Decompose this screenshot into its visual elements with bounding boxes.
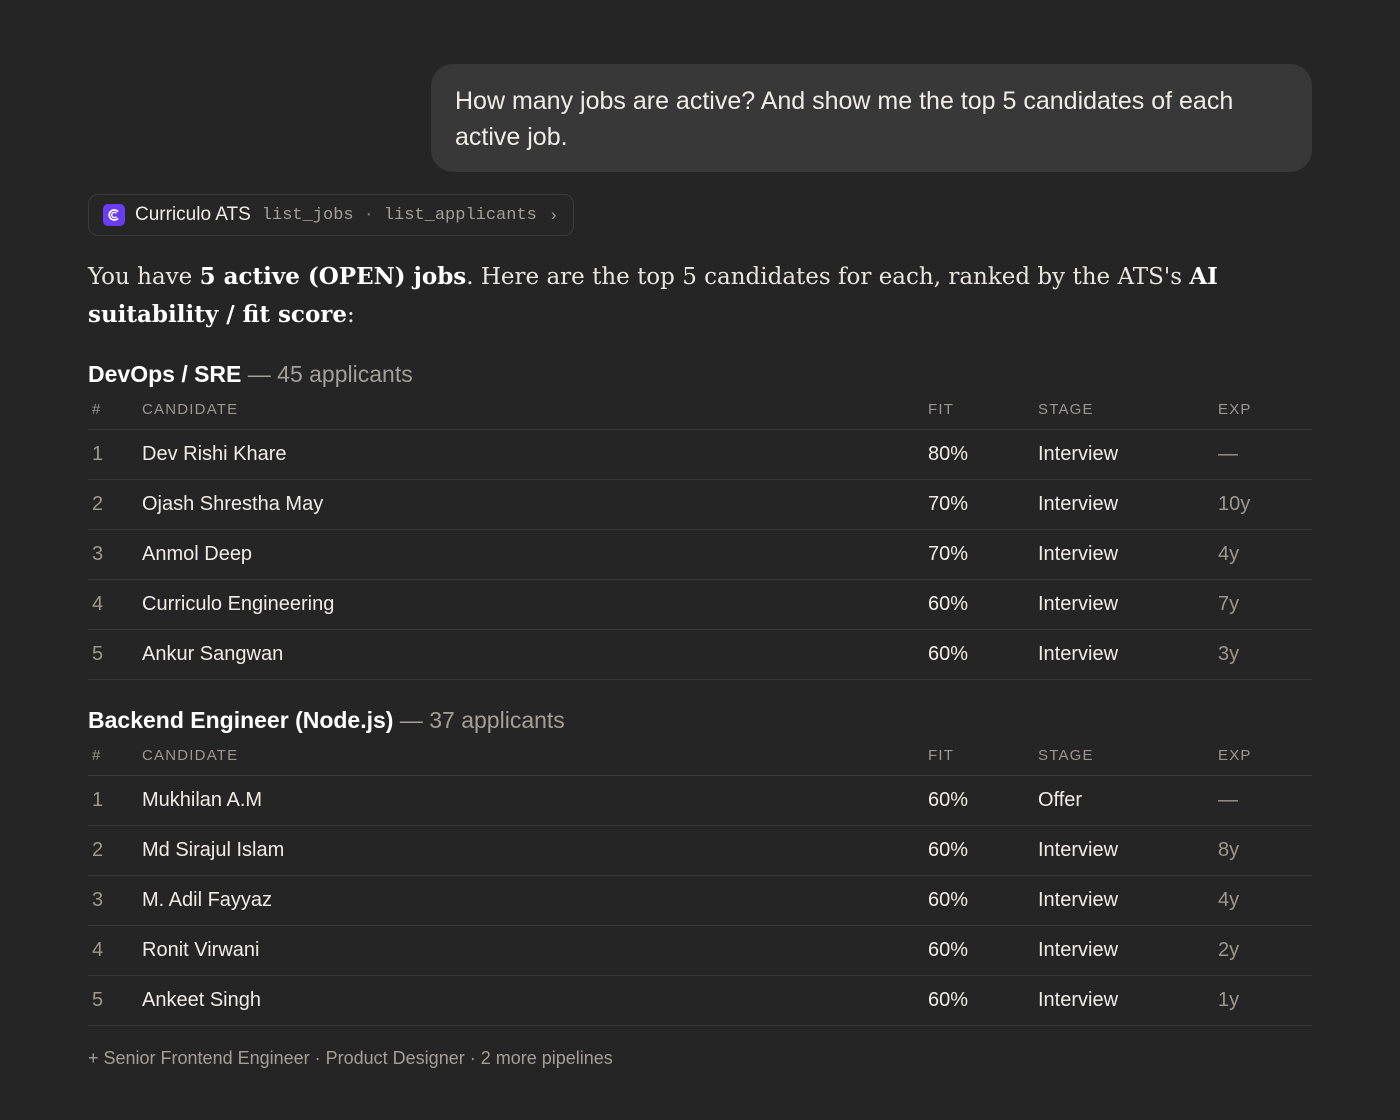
rank-cell: 2 [92, 493, 104, 515]
job-section: DevOps / SRE — 45 applicants # CANDIDATE… [88, 357, 1312, 680]
assistant-answer: You have 5 active (OPEN) jobs. Here are … [88, 258, 1318, 334]
answer-text: . Here are the top 5 candidates for each… [466, 264, 1190, 290]
rank-cell: 1 [92, 443, 104, 465]
rank-cell: 4 [92, 593, 104, 615]
column-header-stage: STAGE [1038, 401, 1094, 418]
column-header-num: # [92, 401, 102, 418]
rank-cell: 5 [92, 643, 104, 665]
table-row[interactable]: 5 Ankur Sangwan 60% Interview 3y [88, 630, 1312, 680]
table-row[interactable]: 3 Anmol Deep 70% Interview 4y [88, 530, 1312, 580]
stage-cell: Interview [1038, 889, 1119, 911]
table-row[interactable]: 1 Mukhilan A.M 60% Offer — [88, 776, 1312, 826]
experience-cell: — [1218, 443, 1238, 465]
tool-call-name: list_jobs [261, 205, 354, 225]
stage-cell: Interview [1038, 939, 1119, 961]
job-heading: Backend Engineer (Node.js) — 37 applican… [88, 703, 1312, 737]
stage-cell: Interview [1038, 989, 1119, 1011]
column-header-exp: EXP [1218, 747, 1252, 764]
fit-score: 70% [928, 543, 969, 565]
table-row[interactable]: 2 Md Sirajul Islam 60% Interview 8y [88, 826, 1312, 876]
column-header-candidate: CANDIDATE [142, 401, 239, 418]
tool-app-name: Curriculo ATS [135, 204, 251, 225]
stage-cell: Interview [1038, 593, 1119, 615]
more-pipelines-text: + Senior Frontend Engineer · Product Des… [88, 1048, 613, 1068]
user-message-text: How many jobs are active? And show me th… [455, 87, 1234, 151]
experience-cell: 3y [1218, 643, 1240, 665]
rank-cell: 2 [92, 839, 104, 861]
column-header-fit: FIT [928, 401, 955, 418]
fit-score: 60% [928, 989, 969, 1011]
rank-cell: 4 [92, 939, 104, 961]
answer-text: : [347, 302, 355, 328]
job-dash: — [393, 707, 430, 733]
experience-cell: 4y [1218, 889, 1240, 911]
experience-cell: — [1218, 789, 1238, 811]
fit-score: 80% [928, 443, 969, 465]
stage-cell: Interview [1038, 493, 1119, 515]
experience-cell: 2y [1218, 939, 1240, 961]
candidate-name[interactable]: Anmol Deep [142, 543, 252, 566]
chevron-right-icon[interactable]: › [551, 205, 557, 225]
applicant-count: 37 applicants [429, 707, 565, 733]
rank-cell: 3 [92, 543, 104, 565]
job-heading: DevOps / SRE — 45 applicants [88, 357, 1312, 391]
table-row[interactable]: 2 Ojash Shrestha May 70% Interview 10y [88, 480, 1312, 530]
table-row[interactable]: 4 Ronit Virwani 60% Interview 2y [88, 926, 1312, 976]
answer-text: You have [88, 264, 200, 290]
table-row[interactable]: 5 Ankeet Singh 60% Interview 1y [88, 976, 1312, 1026]
tool-call-separator: · [363, 205, 374, 225]
tool-call-name: list_applicants [383, 205, 537, 225]
experience-cell: 7y [1218, 593, 1240, 615]
fit-score: 60% [928, 593, 969, 615]
fit-score: 60% [928, 643, 969, 665]
job-section: Backend Engineer (Node.js) — 37 applican… [88, 703, 1312, 1026]
more-pipelines-link[interactable]: + Senior Frontend Engineer · Product Des… [88, 1048, 613, 1069]
table-header: # CANDIDATE FIT STAGE EXP [88, 391, 1312, 430]
user-message-bubble: How many jobs are active? And show me th… [431, 64, 1312, 172]
fit-score: 60% [928, 839, 969, 861]
experience-cell: 8y [1218, 839, 1240, 861]
candidate-name[interactable]: M. Adil Fayyaz [142, 889, 272, 912]
job-title: Backend Engineer (Node.js) [88, 707, 394, 733]
stage-cell: Interview [1038, 839, 1119, 861]
experience-cell: 4y [1218, 543, 1240, 565]
column-header-exp: EXP [1218, 401, 1252, 418]
stage-cell: Interview [1038, 643, 1119, 665]
candidate-name[interactable]: Md Sirajul Islam [142, 839, 284, 862]
candidate-name[interactable]: Dev Rishi Khare [142, 443, 287, 466]
column-header-candidate: CANDIDATE [142, 747, 239, 764]
stage-cell: Interview [1038, 443, 1119, 465]
rank-cell: 5 [92, 989, 104, 1011]
candidate-name[interactable]: Ankeet Singh [142, 989, 261, 1012]
candidate-name[interactable]: Mukhilan A.M [142, 789, 262, 812]
fit-score: 60% [928, 889, 969, 911]
table-header: # CANDIDATE FIT STAGE EXP [88, 737, 1312, 776]
tool-call-chip[interactable]: Curriculo ATS list_jobs · list_applicant… [88, 194, 574, 236]
column-header-stage: STAGE [1038, 747, 1094, 764]
candidate-name[interactable]: Curriculo Engineering [142, 593, 334, 616]
candidate-name[interactable]: Ronit Virwani [142, 939, 259, 962]
fit-score: 70% [928, 493, 969, 515]
job-title: DevOps / SRE [88, 361, 242, 387]
stage-cell: Offer [1038, 789, 1083, 811]
table-row[interactable]: 4 Curriculo Engineering 60% Interview 7y [88, 580, 1312, 630]
column-header-fit: FIT [928, 747, 955, 764]
answer-bold-jobs: 5 active (OPEN) jobs [199, 263, 467, 290]
experience-cell: 10y [1218, 493, 1251, 515]
fit-score: 60% [928, 939, 969, 961]
applicant-count: 45 applicants [277, 361, 413, 387]
candidate-name[interactable]: Ankur Sangwan [142, 643, 283, 666]
job-dash: — [241, 361, 278, 387]
column-header-num: # [92, 747, 102, 764]
table-row[interactable]: 1 Dev Rishi Khare 80% Interview — [88, 430, 1312, 480]
tool-call-list: list_jobs · list_applicants [262, 206, 537, 225]
rank-cell: 3 [92, 889, 104, 911]
fit-score: 60% [928, 789, 969, 811]
curriculo-logo-icon [103, 204, 125, 226]
table-row[interactable]: 3 M. Adil Fayyaz 60% Interview 4y [88, 876, 1312, 926]
experience-cell: 1y [1218, 989, 1240, 1011]
stage-cell: Interview [1038, 543, 1119, 565]
candidate-name[interactable]: Ojash Shrestha May [142, 493, 323, 516]
rank-cell: 1 [92, 789, 104, 811]
